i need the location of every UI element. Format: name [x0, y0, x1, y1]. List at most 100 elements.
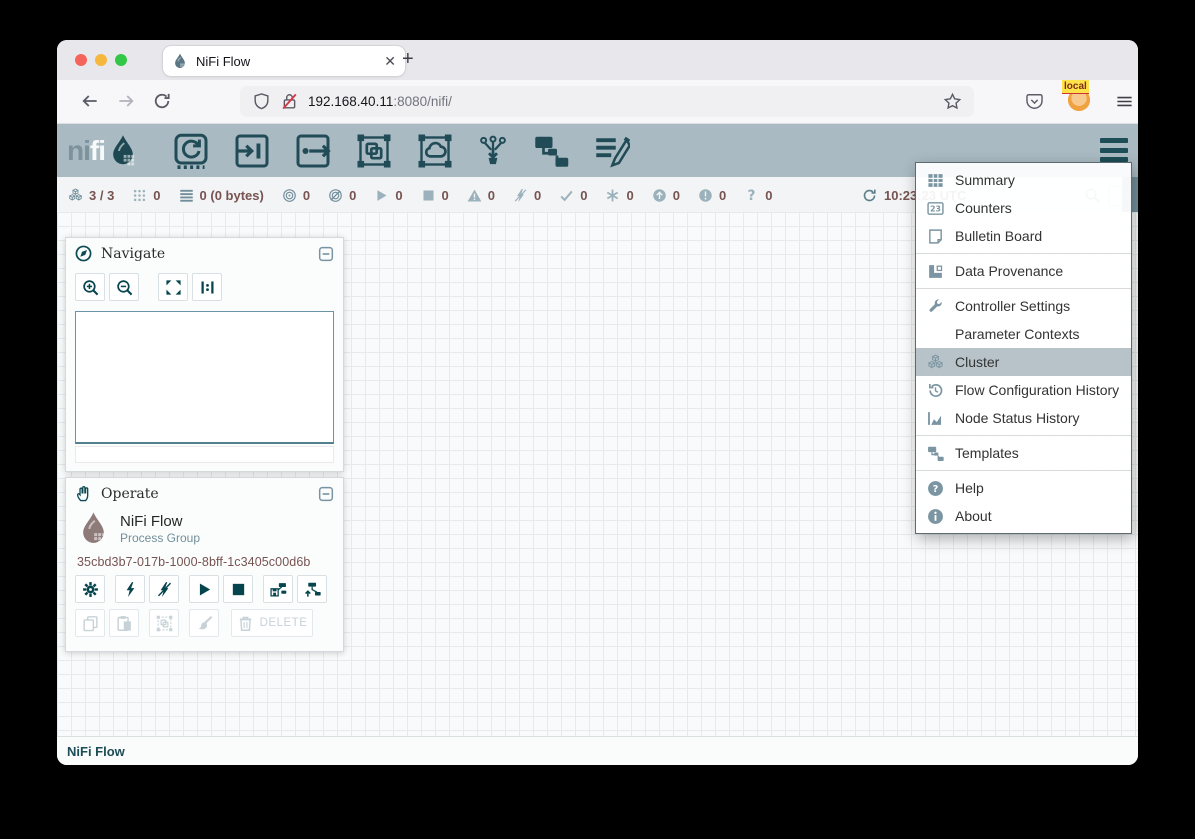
- zoom-window-button[interactable]: [115, 54, 127, 66]
- paste-button[interactable]: [109, 609, 139, 637]
- new-tab-button[interactable]: +: [402, 48, 414, 71]
- insecure-lock-icon[interactable]: [280, 92, 299, 111]
- refresh-icon[interactable]: [862, 188, 877, 203]
- upload-template-button[interactable]: [297, 575, 327, 603]
- menu-separator: [916, 253, 1131, 254]
- back-icon[interactable]: [80, 91, 100, 111]
- copy-button[interactable]: [75, 609, 105, 637]
- address-bar[interactable]: 192.168.40.11:8080/nifi/: [240, 86, 974, 117]
- one-to-one-icon: [199, 279, 216, 296]
- zoom-out-button[interactable]: [109, 273, 139, 301]
- bulletin-board-icon: [927, 228, 944, 245]
- reload-icon[interactable]: [152, 91, 172, 111]
- browser-tab[interactable]: NiFi Flow ✕: [163, 46, 405, 76]
- shield-icon[interactable]: [252, 92, 271, 111]
- menu-item-templates[interactable]: Templates: [916, 439, 1131, 467]
- minimize-window-button[interactable]: [95, 54, 107, 66]
- zoom-in-button[interactable]: [75, 273, 105, 301]
- menu-item-node-status-history[interactable]: Node Status History: [916, 404, 1131, 432]
- profile-avatar[interactable]: local: [1068, 89, 1090, 111]
- threads-icon: [132, 188, 147, 203]
- output-port-icon[interactable]: [295, 133, 331, 169]
- navigate-title: Navigate: [101, 246, 165, 262]
- close-window-button[interactable]: [75, 54, 87, 66]
- menu-item-help[interactable]: Help: [916, 474, 1131, 502]
- pocket-icon[interactable]: [1025, 92, 1044, 111]
- menu-item-data-provenance[interactable]: Data Provenance: [916, 257, 1131, 285]
- label-icon[interactable]: [594, 133, 630, 169]
- menu-item-bulletin-board[interactable]: Bulletin Board: [916, 222, 1131, 250]
- collapse-operate-icon[interactable]: [318, 486, 334, 502]
- template-icon[interactable]: [533, 133, 569, 169]
- menu-separator: [916, 288, 1131, 289]
- brush-icon: [196, 615, 213, 632]
- start-button[interactable]: [189, 575, 219, 603]
- empty-icon: [927, 326, 944, 343]
- close-tab-icon[interactable]: ✕: [384, 54, 396, 68]
- zoom-fit-icon: [165, 279, 182, 296]
- menu-item-flow-configuration-history[interactable]: Flow Configuration History: [916, 376, 1131, 404]
- delete-button[interactable]: DELETE: [231, 609, 313, 637]
- birdseye-view[interactable]: [75, 311, 334, 444]
- status-stale: 0: [652, 188, 680, 203]
- status-transmitting: 0: [282, 188, 310, 203]
- about-icon: [927, 508, 944, 525]
- bookmark-star-icon[interactable]: [943, 92, 962, 111]
- status-invalid: 0: [467, 188, 495, 203]
- sync-failure-icon: [744, 188, 759, 203]
- queued-icon: [179, 188, 194, 203]
- disable-button[interactable]: [149, 575, 179, 603]
- status-up-to-date: 0: [559, 188, 587, 203]
- stopped-icon: [421, 188, 436, 203]
- zoom-fit-button[interactable]: [158, 273, 188, 301]
- collapse-navigate-icon[interactable]: [318, 246, 334, 262]
- zoom-actual-size-button[interactable]: [192, 273, 222, 301]
- locally-modified-stale-icon: [698, 188, 713, 203]
- status-queued: 0 (0 bytes): [179, 188, 264, 203]
- status-active-threads: 0: [132, 188, 160, 203]
- menu-separator: [916, 435, 1131, 436]
- summary-icon: [927, 172, 944, 189]
- input-port-icon[interactable]: [234, 133, 270, 169]
- stop-button[interactable]: [223, 575, 253, 603]
- forward-icon[interactable]: [116, 91, 136, 111]
- transmitting-icon: [282, 188, 297, 203]
- change-color-button[interactable]: [189, 609, 219, 637]
- breadcrumb-bar: NiFi Flow: [57, 736, 1138, 765]
- menu-item-about[interactable]: About: [916, 502, 1131, 530]
- selected-flow-name: NiFi Flow: [120, 513, 200, 532]
- cluster-icon: [68, 188, 83, 203]
- nifi-logo: nifi: [67, 134, 139, 168]
- funnel-icon[interactable]: [478, 133, 508, 169]
- disabled-icon: [513, 188, 528, 203]
- status-disabled: 0: [513, 188, 541, 203]
- browser-menu-icon[interactable]: [1114, 92, 1135, 111]
- breadcrumb[interactable]: NiFi Flow: [67, 744, 125, 759]
- process-group-icon[interactable]: [356, 133, 392, 169]
- processor-icon[interactable]: [173, 133, 209, 169]
- group-button[interactable]: [149, 609, 179, 637]
- enable-button[interactable]: [115, 575, 145, 603]
- menu-item-cluster[interactable]: Cluster: [916, 348, 1131, 376]
- menu-item-controller-settings[interactable]: Controller Settings: [916, 292, 1131, 320]
- play-icon: [196, 581, 213, 598]
- menu-item-summary[interactable]: Summary: [916, 166, 1131, 194]
- global-menu-button[interactable]: [1100, 138, 1128, 162]
- bolt-icon: [122, 581, 139, 598]
- remote-process-group-icon[interactable]: [417, 133, 453, 169]
- menu-item-parameter-contexts[interactable]: Parameter Contexts: [916, 320, 1131, 348]
- copy-icon: [82, 615, 99, 632]
- menu-item-counters[interactable]: Counters: [916, 194, 1131, 222]
- status-connected-nodes: 3 / 3: [68, 188, 114, 203]
- global-menu: Summary Counters Bulletin Board Data Pro…: [915, 162, 1132, 534]
- navigate-icon: [75, 245, 92, 262]
- create-template-button[interactable]: [263, 575, 293, 603]
- stale-icon: [652, 188, 667, 203]
- zoom-in-icon: [82, 279, 99, 296]
- paste-icon: [116, 615, 133, 632]
- not-transmitting-icon: [328, 188, 343, 203]
- configure-button[interactable]: [75, 575, 105, 603]
- status-sync-failure: 0: [744, 188, 772, 203]
- tab-bar: NiFi Flow ✕ +: [57, 40, 1138, 80]
- browser-window: NiFi Flow ✕ + 192.168.40.11:8080/nifi/ l…: [57, 40, 1138, 765]
